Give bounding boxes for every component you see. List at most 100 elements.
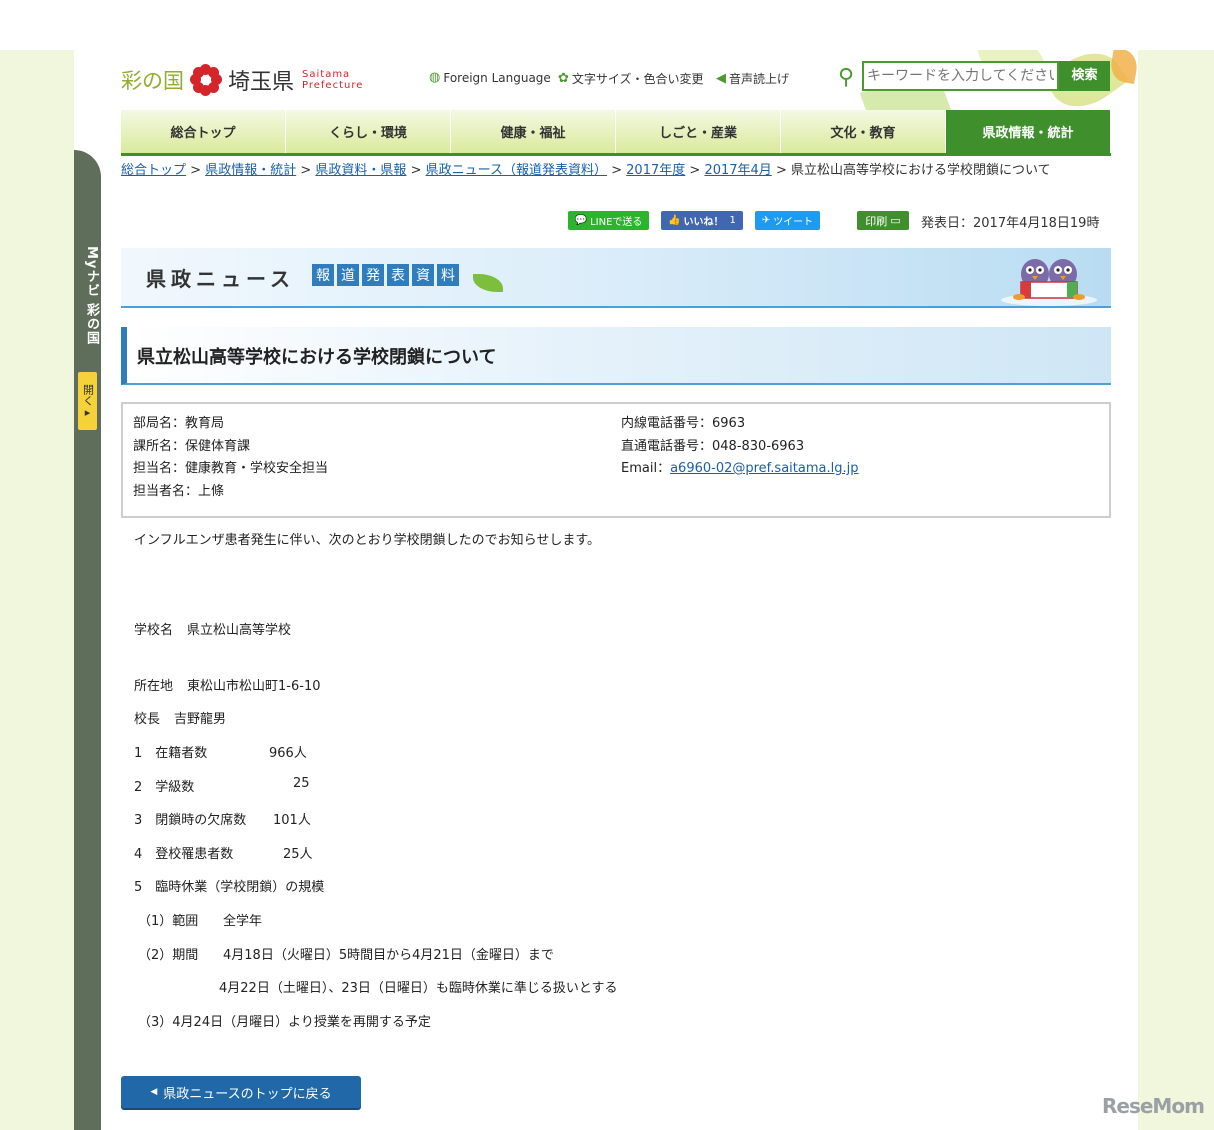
search-button[interactable]: 検索 [1059, 61, 1110, 91]
tweet-button[interactable]: ✈ ツイート [755, 211, 820, 230]
voice-reading-link[interactable]: ◀ 音声読上げ [716, 70, 789, 87]
bureau-name: 部局名：教育局 [133, 416, 225, 431]
breadcrumb-separator: > [611, 163, 623, 178]
period-value: 4月18日（火曜日）5時間目から4月21日（金曜日）まで [223, 948, 554, 963]
mynavi-open-label: 開く [81, 383, 95, 406]
search-input[interactable] [862, 61, 1059, 91]
mascot-illustration [1001, 259, 1097, 306]
breadcrumb-separator: > [689, 163, 701, 178]
person-name: 担当者名：上條 [133, 483, 225, 499]
main-page: 彩の国 埼玉県 Saitama Prefecture ◍ Foreign Lang… [101, 50, 1138, 1130]
banner-kana-char: 資 [412, 264, 434, 286]
global-nav: 総合トップ くらし・環境 健康・福祉 しごと・産業 文化・教育 県政情報・統計 [121, 110, 1111, 156]
address-value: 東松山市松山町1-6-10 [187, 679, 321, 694]
breadcrumb: 総合トップ > 県政情報・統計 > 県政資料・県報 > 県政ニュース（報道発表資… [121, 160, 1111, 181]
mynavi-open-button[interactable]: 開く ▸ [78, 372, 97, 430]
breadcrumb-link-month[interactable]: 2017年4月 [704, 163, 771, 178]
leaf-icon [473, 274, 503, 292]
page-title: 県立松山高等学校における学校閉鎖について [137, 347, 497, 368]
closure-scale-heading: 5 臨時休業（学校閉鎖）の規模 [134, 880, 325, 895]
like-count: 1 [729, 215, 736, 226]
nav-item-work[interactable]: しごと・産業 [616, 110, 781, 153]
back-to-news-top-button[interactable]: ◀ 県政ニュースのトップに戻る [121, 1076, 361, 1108]
site-logo[interactable]: 彩の国 埼玉県 Saitama Prefecture [121, 64, 363, 96]
thumbs-up-icon: 👍 [668, 215, 681, 226]
page-background-right [1138, 50, 1214, 1130]
banner-title: 県政ニュース [146, 267, 295, 291]
breadcrumb-link-news[interactable]: 県政ニュース（報道発表資料） [426, 163, 607, 178]
search-icon: ⚲ [838, 65, 855, 90]
watermark-logo: ReseMom [1102, 1094, 1205, 1118]
print-label: 印刷 [865, 214, 888, 228]
principal-label: 校長 [134, 712, 161, 727]
breadcrumb-current: 県立松山高等学校における学校閉鎖について [790, 163, 1051, 178]
sick-attendees-value: 25人 [283, 847, 313, 862]
voice-reading-label: 音声読上げ [729, 72, 790, 86]
publish-date: 発表日：2017年4月18日19時 [921, 216, 1100, 231]
section-name: 課所名：保健体育課 [133, 438, 251, 454]
logo-sainokuni: 彩の国 [121, 69, 184, 93]
class-count-value: 25 [293, 776, 310, 791]
contact-info-left: 部局名：教育局 課所名：保健体育課 担当名：健康教育・学校安全担当 担当者名：上… [133, 413, 328, 503]
font-size-color-label: 文字サイズ・色合い変更 [571, 72, 704, 86]
period-label: （2）期間 [138, 948, 199, 963]
gear-icon: ✿ [558, 71, 569, 86]
address-row: 所在地 東松山市松山町1-6-10 [134, 675, 320, 694]
school-row: 学校名 県立松山高等学校 [134, 619, 291, 638]
school-name: 県立松山高等学校 [187, 623, 292, 638]
period-note: 4月22日（土曜日）、23日（日曜日）も臨時休業に準じる扱いとする [219, 981, 618, 996]
page-background-left [0, 50, 74, 1130]
nav-item-culture[interactable]: 文化・教育 [781, 110, 946, 153]
triangle-right-icon: ▸ [81, 405, 94, 419]
nav-item-top[interactable]: 総合トップ [121, 110, 286, 153]
address-label: 所在地 [134, 679, 174, 694]
page-title-box: 県立松山高等学校における学校閉鎖について [121, 327, 1111, 385]
banner-kana-boxes: 報 道 発 表 資 料 [312, 264, 459, 286]
nav-item-government[interactable]: 県政情報・統計 [946, 110, 1111, 153]
print-button[interactable]: 印刷 ▭ [857, 211, 909, 230]
logo-saitama: 埼玉県 [228, 70, 295, 95]
principal-name: 吉野龍男 [174, 712, 227, 727]
bird-icon: ✈ [761, 215, 771, 226]
speaker-icon: ◀ [716, 71, 726, 86]
mynavi-sidebar-tab[interactable]: Myナビ 彩の国 開く ▸ [74, 150, 101, 1130]
triangle-left-icon: ◀ [150, 1087, 158, 1097]
breadcrumb-link-government[interactable]: 県政情報・統計 [205, 163, 296, 178]
nav-item-health[interactable]: 健康・福祉 [451, 110, 616, 153]
breadcrumb-link-year[interactable]: 2017年度 [626, 163, 685, 178]
class-count-label: 2 学級数 [134, 780, 195, 795]
scope-value: 全学年 [223, 914, 263, 929]
breadcrumb-link-documents[interactable]: 県政資料・県報 [315, 163, 406, 178]
enrollment-label: 1 在籍者数 [134, 746, 208, 761]
email-label: Email： [621, 461, 671, 476]
banner-kana-char: 道 [337, 264, 359, 286]
banner-kana-char: 発 [362, 264, 384, 286]
extension-phone: 内線電話番号：6963 [621, 416, 746, 431]
facebook-like-button[interactable]: 👍 いいね！ 1 [661, 211, 743, 230]
resume-notice: （3）4月24日（月曜日）より授業を再開する予定 [138, 1015, 431, 1030]
breadcrumb-separator: > [775, 163, 787, 178]
charge-name: 担当名：健康教育・学校安全担当 [133, 461, 329, 476]
banner-kana-char: 料 [437, 264, 459, 286]
nav-item-living[interactable]: くらし・環境 [286, 110, 451, 153]
line-icon: 💬 [574, 215, 588, 226]
school-label: 学校名 [134, 623, 174, 638]
banner-kana-char: 報 [312, 264, 334, 286]
back-button-label: 県政ニュースのトップに戻る [163, 1086, 332, 1102]
contact-info-right: 内線電話番号：6963 直通電話番号：048-830-6963 Email：a6… [621, 413, 858, 481]
globe-icon: ◍ [429, 70, 441, 85]
line-share-label: LINEで送る [590, 217, 643, 228]
mynavi-label: Myナビ 彩の国 [84, 246, 99, 345]
font-size-color-link[interactable]: ✿ 文字サイズ・色合い変更 [558, 70, 704, 87]
like-label: いいね！ [683, 217, 724, 228]
breadcrumb-separator: > [410, 163, 422, 178]
line-share-button[interactable]: 💬 LINEで送る [568, 211, 649, 230]
intro-text: インフルエンザ患者発生に伴い、次のとおり学校閉鎖したのでお知らせします。 [134, 533, 601, 548]
contact-info-box: 部局名：教育局 課所名：保健体育課 担当名：健康教育・学校安全担当 担当者名：上… [121, 402, 1111, 518]
email-row: Email：a6960-02@pref.saitama.lg.jp [621, 458, 858, 481]
foreign-language-label: Foreign Language [443, 70, 551, 85]
email-link[interactable]: a6960-02@pref.saitama.lg.jp [670, 461, 858, 476]
print-icon: ▭ [890, 214, 901, 227]
foreign-language-link[interactable]: ◍ Foreign Language [429, 70, 551, 85]
breadcrumb-link-top[interactable]: 総合トップ [121, 163, 186, 178]
